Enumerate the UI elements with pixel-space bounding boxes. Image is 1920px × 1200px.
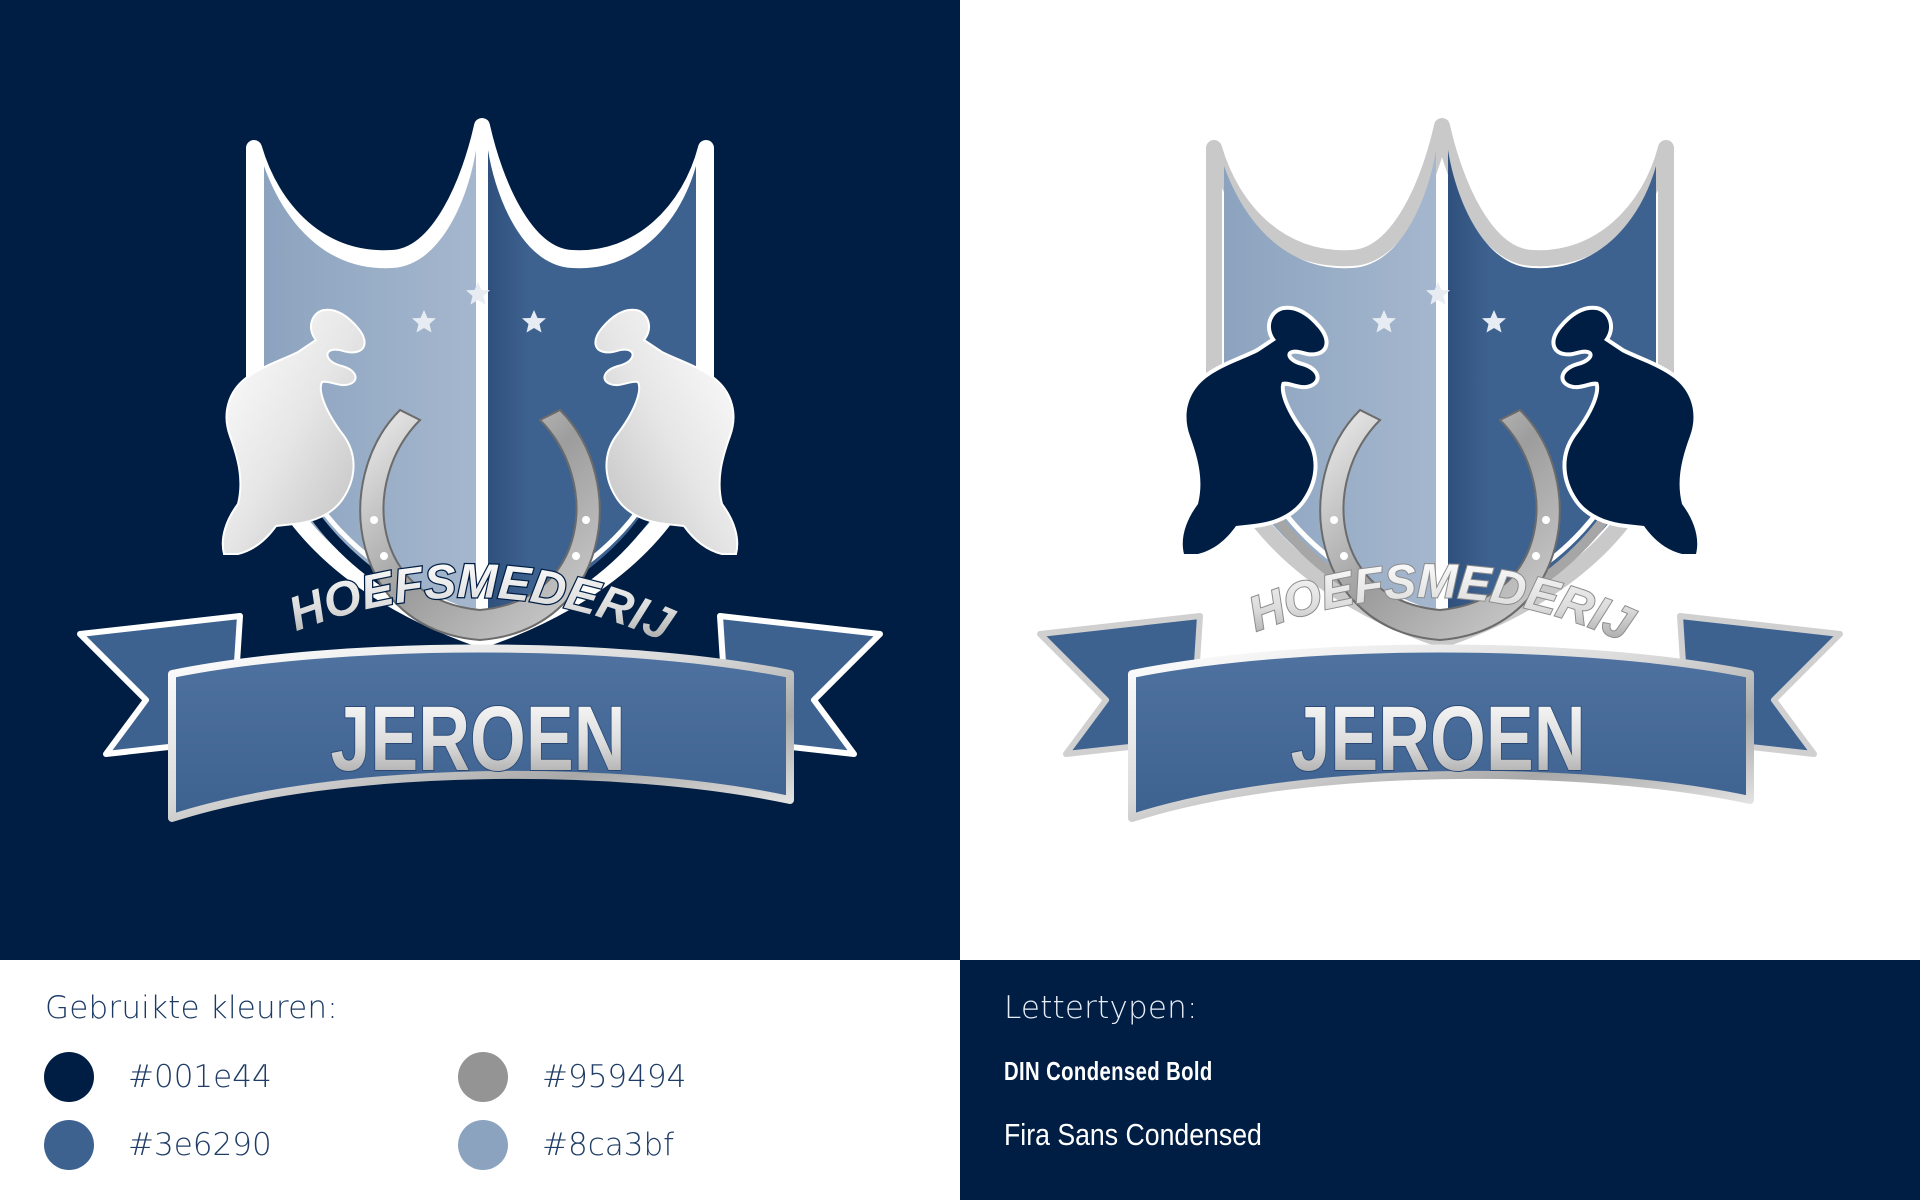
color-swatch [458,1120,508,1170]
color-label: #8ca3bf [542,1127,675,1163]
color-label: #959494 [542,1059,687,1095]
color-label: #001e44 [128,1059,272,1095]
crest-logo-dark: HOEFSMEDERIJ JEROEN [77,118,883,822]
swatch-item: #959494 [458,1052,686,1102]
logo-name-text: JEROEN [330,687,625,790]
color-label: #3e6290 [128,1127,272,1163]
colors-section: Gebruikte kleuren: #001e44 #3e6290 #9594… [0,960,960,1200]
font-sample-din: DIN Condensed Bold [1004,1056,1213,1086]
swatch-item: #001e44 [44,1052,272,1102]
swatch-item: #8ca3bf [458,1120,674,1170]
color-swatch [44,1052,94,1102]
logo-name-text: JEROEN [1290,687,1585,790]
logo-dark-variant: HOEFSMEDERIJ JEROEN [0,0,960,960]
fonts-heading: Lettertypen: [1004,990,1198,1026]
color-swatch [458,1052,508,1102]
fonts-section: Lettertypen: DIN Condensed Bold Fira San… [960,960,1920,1200]
crest-logo-light: HOEFSMEDERIJ JEROEN [1037,118,1843,822]
colors-heading: Gebruikte kleuren: [45,990,338,1026]
font-sample-fira: Fira Sans Condensed [1004,1117,1262,1152]
swatch-item: #3e6290 [44,1120,272,1170]
logo-light-variant: HOEFSMEDERIJ JEROEN [960,0,1920,960]
color-swatch [44,1120,94,1170]
